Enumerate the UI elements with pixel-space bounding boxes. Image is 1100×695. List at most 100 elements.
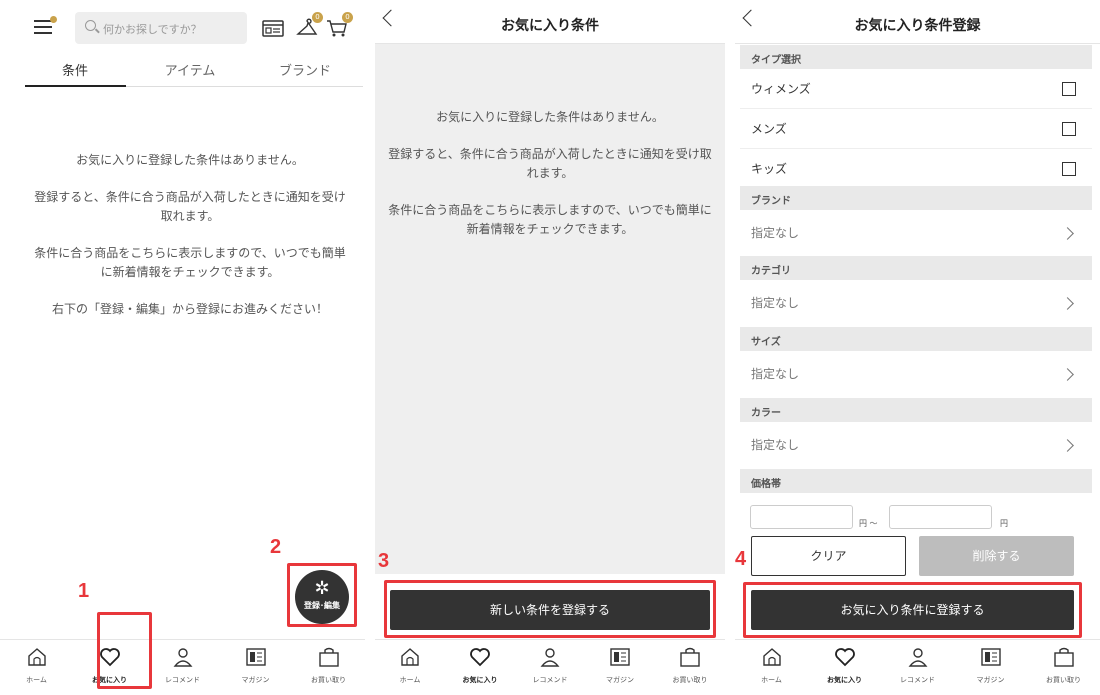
annotation-3: 3 bbox=[378, 550, 390, 572]
nav-buyback[interactable]: お買い取り bbox=[655, 646, 725, 685]
magazine-icon bbox=[610, 648, 630, 666]
annotation-1: 1 bbox=[78, 580, 90, 602]
fab-label: 登録･編集 bbox=[304, 601, 340, 610]
delete-button[interactable]: 削除する bbox=[919, 536, 1074, 576]
nav-header: お気に入り条件 bbox=[375, 0, 725, 44]
type-label-mens: メンズ bbox=[751, 122, 787, 136]
home-icon bbox=[762, 648, 781, 666]
gear-icon: ✲ bbox=[314, 578, 330, 599]
search-icon bbox=[85, 20, 96, 31]
hanger-button[interactable]: 0 bbox=[296, 12, 323, 38]
bottom-nav: ホーム お気に入り レコメンド マガジン お買い取り bbox=[735, 639, 1100, 695]
section-brand: ブランド bbox=[740, 186, 1092, 210]
section-size: サイズ bbox=[740, 327, 1092, 351]
nav-buyback[interactable]: お買い取り bbox=[292, 646, 365, 685]
nav-recommend[interactable]: レコメンド bbox=[515, 646, 585, 685]
section-category: カテゴリ bbox=[740, 256, 1092, 280]
kids-checkbox[interactable] bbox=[1062, 162, 1076, 176]
tab-brands[interactable]: ブランド bbox=[255, 60, 355, 79]
nav-magazine[interactable]: マガジン bbox=[219, 646, 292, 685]
home-icon bbox=[27, 648, 46, 666]
nav-buyback[interactable]: お買い取り bbox=[1027, 646, 1100, 685]
nav-favorites[interactable]: お気に入り bbox=[808, 646, 881, 685]
type-row-mens[interactable]: メンズ bbox=[740, 109, 1092, 149]
price-max-input[interactable] bbox=[889, 505, 992, 529]
price-min-input[interactable] bbox=[750, 505, 853, 529]
cart-button[interactable]: 0 bbox=[326, 12, 353, 38]
size-value: 指定なし bbox=[751, 367, 800, 381]
nav-home[interactable]: ホーム bbox=[0, 646, 73, 685]
empty-line-3: 条件に合う商品をこちらに表示しますので、いつでも簡単に新着情報をチェックできます… bbox=[388, 203, 712, 236]
notification-dot bbox=[50, 16, 57, 23]
nav-magazine[interactable]: マガジン bbox=[954, 646, 1027, 685]
yen-to-label: 円 bbox=[1000, 519, 1008, 528]
nav-favorites-label: お気に入り bbox=[462, 676, 498, 684]
clear-button[interactable]: クリア bbox=[751, 536, 906, 576]
nav-favorites[interactable]: お気に入り bbox=[445, 646, 515, 685]
nav-recommend[interactable]: レコメンド bbox=[146, 646, 219, 685]
nav-buyback-label: お買い取り bbox=[311, 676, 346, 684]
color-value: 指定なし bbox=[751, 438, 800, 452]
empty-line-2: 登録すると、条件に合う商品が入荷したときに通知を受け取れます。 bbox=[34, 190, 346, 223]
nav-header: お気に入り条件登録 bbox=[735, 0, 1100, 44]
mens-checkbox[interactable] bbox=[1062, 122, 1076, 136]
nav-home-label: ホーム bbox=[761, 676, 782, 684]
active-tab-indicator bbox=[25, 85, 126, 87]
empty-line-3: 条件に合う商品をこちらに表示しますので、いつでも簡単に新着情報をチェックできます… bbox=[34, 246, 346, 279]
home-icon bbox=[401, 648, 419, 666]
category-select-row[interactable]: 指定なし bbox=[740, 280, 1092, 327]
register-new-condition-button[interactable]: 新しい条件を登録する bbox=[390, 590, 710, 630]
brand-select-row[interactable]: 指定なし bbox=[740, 210, 1092, 256]
top-header: 何かお探しですか？ 0 0 bbox=[0, 10, 365, 46]
search-placeholder: 何かお探しですか？ bbox=[103, 23, 202, 36]
conditions-list-area: お気に入りに登録した条件はありません。 登録すると、条件に合う商品が入荷したとき… bbox=[375, 44, 725, 574]
nav-recommend-label: レコメンド bbox=[532, 676, 568, 684]
annotation-2: 2 bbox=[270, 536, 282, 558]
tab-conditions[interactable]: 条件 bbox=[25, 60, 125, 79]
chevron-right-icon bbox=[1061, 227, 1074, 240]
tab-items[interactable]: アイテム bbox=[140, 60, 240, 79]
empty-state-message: お気に入りに登録した条件はありません。 登録すると、条件に合う商品が入荷したとき… bbox=[30, 151, 350, 337]
color-select-row[interactable]: 指定なし bbox=[740, 422, 1092, 469]
menu-icon[interactable] bbox=[34, 16, 57, 34]
type-row-womens[interactable]: ウィメンズ bbox=[740, 69, 1092, 109]
nav-magazine-label: マガジン bbox=[976, 676, 1005, 684]
nav-magazine-label: マガジン bbox=[606, 676, 634, 684]
search-input[interactable]: 何かお探しですか？ bbox=[75, 12, 247, 44]
nav-recommend[interactable]: レコメンド bbox=[881, 646, 954, 685]
empty-line-2: 登録すると、条件に合う商品が入荷したときに通知を受け取れます。 bbox=[388, 147, 712, 180]
type-row-kids[interactable]: キッズ bbox=[740, 149, 1092, 186]
type-label-womens: ウィメンズ bbox=[751, 82, 811, 96]
bottom-nav: ホーム お気に入り レコメンド マガジン お買い取り bbox=[0, 639, 365, 695]
nav-home[interactable]: ホーム bbox=[735, 646, 808, 685]
register-edit-fab[interactable]: ✲ 登録･編集 bbox=[295, 570, 349, 624]
page-title: お気に入り条件 bbox=[501, 18, 599, 34]
bottom-nav: ホーム お気に入り レコメンド マガジン お買い取り bbox=[375, 639, 725, 695]
person-icon bbox=[908, 648, 927, 667]
chevron-right-icon bbox=[1061, 368, 1074, 381]
womens-checkbox[interactable] bbox=[1062, 82, 1076, 96]
shopping-bag-icon bbox=[680, 647, 700, 667]
nav-buyback-label: お買い取り bbox=[672, 676, 708, 684]
section-type: タイプ選択 bbox=[740, 45, 1092, 69]
submit-favorite-condition-button[interactable]: お気に入り条件に登録する bbox=[751, 590, 1074, 630]
screen-register-favorite-condition: お気に入り条件登録 タイプ選択 ウィメンズ メンズ キッズ ブランド 指定なし … bbox=[735, 0, 1100, 695]
nav-home[interactable]: ホーム bbox=[375, 646, 445, 685]
heart-icon bbox=[834, 648, 855, 667]
nav-recommend-label: レコメンド bbox=[900, 676, 935, 684]
nav-recommend-label: レコメンド bbox=[165, 676, 200, 684]
person-icon bbox=[173, 648, 192, 667]
person-icon bbox=[540, 648, 560, 667]
membership-card-icon[interactable] bbox=[262, 18, 284, 38]
size-select-row[interactable]: 指定なし bbox=[740, 351, 1092, 398]
nav-magazine[interactable]: マガジン bbox=[585, 646, 655, 685]
annotation-4: 4 bbox=[735, 548, 747, 570]
nav-magazine-label: マガジン bbox=[241, 676, 270, 684]
cart-badge: 0 bbox=[342, 12, 353, 23]
brand-value: 指定なし bbox=[751, 226, 800, 240]
hanger-badge: 0 bbox=[312, 12, 323, 23]
nav-home-label: ホーム bbox=[26, 676, 47, 684]
nav-favorites-label: お気に入り bbox=[827, 676, 862, 684]
screen-favorite-conditions: お気に入り条件 お気に入りに登録した条件はありません。 登録すると、条件に合う商… bbox=[375, 0, 725, 695]
empty-state-message: お気に入りに登録した条件はありません。 登録すると、条件に合う商品が入荷したとき… bbox=[388, 108, 712, 257]
